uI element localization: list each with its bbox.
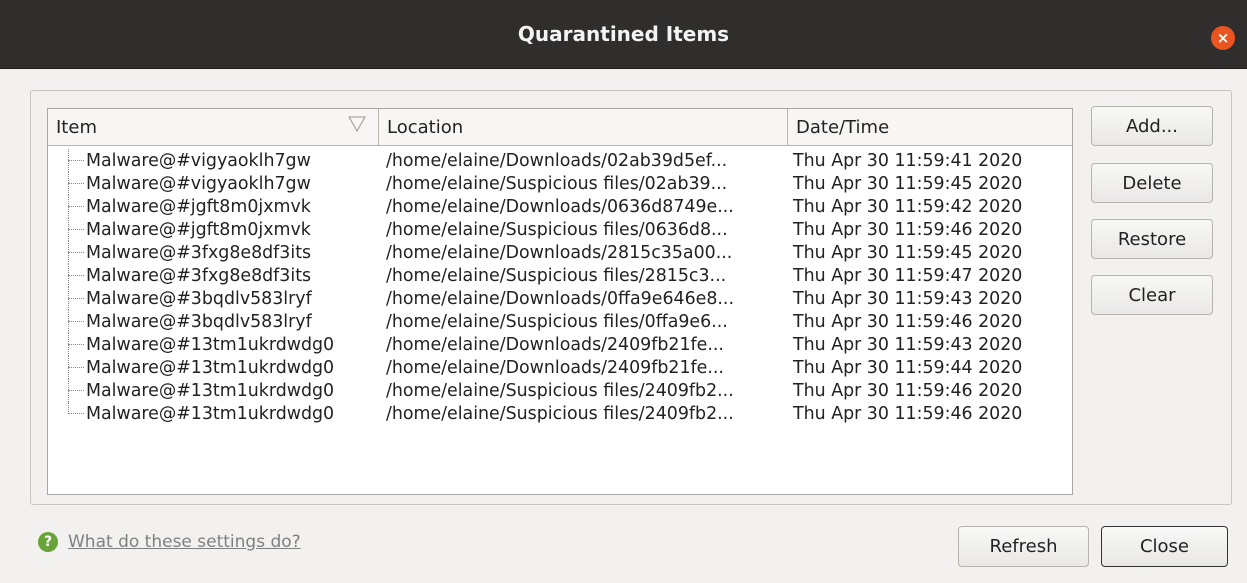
quarantine-table[interactable]: Item Location Date/Time Malware@#vigyaok… [47, 108, 1073, 495]
location-cell: /home/elaine/Suspicious files/2409fb2... [386, 380, 734, 401]
item-cell: Malware@#vigyaoklh7gw [48, 172, 379, 195]
datetime-cell: Thu Apr 30 11:59:46 2020 [793, 380, 1023, 401]
item-cell: Malware@#jgft8m0jxmvk [48, 218, 379, 241]
table-row[interactable]: Malware@#vigyaoklh7gw/home/elaine/Downlo… [48, 149, 1072, 172]
table-row[interactable]: Malware@#3bqdlv583lryf/home/elaine/Downl… [48, 287, 1072, 310]
table-body: Malware@#vigyaoklh7gw/home/elaine/Downlo… [48, 146, 1072, 425]
location-cell: /home/elaine/Downloads/2815c35a00... [386, 242, 733, 263]
datetime-cell: Thu Apr 30 11:59:45 2020 [793, 242, 1023, 263]
help-icon: ? [38, 532, 58, 552]
help-link[interactable]: What do these settings do? [68, 532, 301, 552]
table-row[interactable]: Malware@#13tm1ukrdwdg0/home/elaine/Downl… [48, 333, 1072, 356]
table-row[interactable]: Malware@#vigyaoklh7gw/home/elaine/Suspic… [48, 172, 1072, 195]
datetime-cell: Thu Apr 30 11:59:46 2020 [793, 219, 1023, 240]
datetime-cell: Thu Apr 30 11:59:43 2020 [793, 288, 1023, 309]
help-area: ? What do these settings do? [38, 532, 301, 552]
tree-connector-icon [62, 264, 86, 287]
datetime-cell: Thu Apr 30 11:59:43 2020 [793, 334, 1023, 355]
location-cell: /home/elaine/Suspicious files/2409fb2... [386, 403, 734, 424]
delete-button[interactable]: Delete [1091, 163, 1213, 203]
table-row[interactable]: Malware@#13tm1ukrdwdg0/home/elaine/Downl… [48, 356, 1072, 379]
add-button[interactable]: Add... [1091, 106, 1213, 146]
location-cell: /home/elaine/Downloads/0ffa9e646e8... [386, 288, 734, 309]
item-name: Malware@#jgft8m0jxmvk [86, 196, 311, 217]
sort-indicator-icon [348, 116, 366, 132]
window-title: Quarantined Items [517, 22, 730, 46]
column-header-location-label: Location [387, 116, 464, 138]
datetime-cell: Thu Apr 30 11:59:42 2020 [793, 196, 1023, 217]
table-row[interactable]: Malware@#13tm1ukrdwdg0/home/elaine/Suspi… [48, 402, 1072, 425]
item-cell: Malware@#3fxg8e8df3its [48, 264, 379, 287]
clear-button[interactable]: Clear [1091, 275, 1213, 315]
item-name: Malware@#13tm1ukrdwdg0 [86, 380, 335, 401]
tree-connector-icon [62, 149, 86, 172]
item-cell: Malware@#3fxg8e8df3its [48, 241, 379, 264]
datetime-cell: Thu Apr 30 11:59:44 2020 [793, 357, 1023, 378]
table-row[interactable]: Malware@#3fxg8e8df3its/home/elaine/Downl… [48, 241, 1072, 264]
column-header-item[interactable]: Item [48, 109, 379, 145]
item-cell: Malware@#jgft8m0jxmvk [48, 195, 379, 218]
restore-button[interactable]: Restore [1091, 219, 1213, 259]
tree-connector-icon [62, 379, 86, 402]
tree-connector-icon [62, 218, 86, 241]
datetime-cell: Thu Apr 30 11:59:41 2020 [793, 150, 1023, 171]
item-name: Malware@#3fxg8e8df3its [86, 265, 312, 286]
item-cell: Malware@#vigyaoklh7gw [48, 149, 379, 172]
tree-connector-icon [62, 310, 86, 333]
tree-connector-icon [62, 333, 86, 356]
tree-connector-icon [62, 195, 86, 218]
column-header-datetime-label: Date/Time [796, 116, 890, 138]
item-name: Malware@#vigyaoklh7gw [86, 150, 311, 171]
tree-connector-icon [62, 356, 86, 379]
column-header-location[interactable]: Location [379, 109, 788, 145]
tree-connector-icon [62, 172, 86, 195]
title-bar: Quarantined Items × [0, 0, 1247, 69]
tree-connector-icon [62, 287, 86, 310]
column-header-item-label: Item [56, 116, 97, 138]
column-header-datetime[interactable]: Date/Time [788, 109, 1072, 145]
item-cell: Malware@#13tm1ukrdwdg0 [48, 333, 379, 356]
table-row[interactable]: Malware@#13tm1ukrdwdg0/home/elaine/Suspi… [48, 379, 1072, 402]
item-name: Malware@#3bqdlv583lryf [86, 288, 312, 309]
table-row[interactable]: Malware@#jgft8m0jxmvk/home/elaine/Downlo… [48, 195, 1072, 218]
refresh-button[interactable]: Refresh [958, 526, 1089, 567]
table-row[interactable]: Malware@#jgft8m0jxmvk/home/elaine/Suspic… [48, 218, 1072, 241]
location-cell: /home/elaine/Downloads/2409fb21fe... [386, 357, 724, 378]
close-button[interactable]: Close [1101, 526, 1228, 567]
item-cell: Malware@#13tm1ukrdwdg0 [48, 379, 379, 402]
tree-connector-icon [62, 241, 86, 264]
item-name: Malware@#13tm1ukrdwdg0 [86, 403, 335, 424]
location-cell: /home/elaine/Suspicious files/02ab39... [386, 173, 728, 194]
datetime-cell: Thu Apr 30 11:59:46 2020 [793, 403, 1023, 424]
location-cell: /home/elaine/Suspicious files/0636d8... [386, 219, 728, 240]
item-name: Malware@#3fxg8e8df3its [86, 242, 312, 263]
item-name: Malware@#jgft8m0jxmvk [86, 219, 311, 240]
table-row[interactable]: Malware@#3bqdlv583lryf/home/elaine/Suspi… [48, 310, 1072, 333]
table-row[interactable]: Malware@#3fxg8e8df3its/home/elaine/Suspi… [48, 264, 1072, 287]
location-cell: /home/elaine/Downloads/02ab39d5ef... [386, 150, 728, 171]
datetime-cell: Thu Apr 30 11:59:47 2020 [793, 265, 1023, 286]
datetime-cell: Thu Apr 30 11:59:46 2020 [793, 311, 1023, 332]
location-cell: /home/elaine/Downloads/0636d8749e... [386, 196, 734, 217]
close-icon[interactable]: × [1211, 26, 1235, 50]
item-cell: Malware@#3bqdlv583lryf [48, 287, 379, 310]
location-cell: /home/elaine/Downloads/2409fb21fe... [386, 334, 724, 355]
item-name: Malware@#13tm1ukrdwdg0 [86, 334, 335, 355]
item-cell: Malware@#3bqdlv583lryf [48, 310, 379, 333]
tree-connector-icon [62, 402, 86, 425]
location-cell: /home/elaine/Suspicious files/0ffa9e6... [386, 311, 728, 332]
item-name: Malware@#vigyaoklh7gw [86, 173, 311, 194]
item-cell: Malware@#13tm1ukrdwdg0 [48, 356, 379, 379]
datetime-cell: Thu Apr 30 11:59:45 2020 [793, 173, 1023, 194]
item-name: Malware@#3bqdlv583lryf [86, 311, 312, 332]
table-header: Item Location Date/Time [48, 109, 1072, 146]
item-cell: Malware@#13tm1ukrdwdg0 [48, 402, 379, 425]
location-cell: /home/elaine/Suspicious files/2815c3... [386, 265, 727, 286]
item-name: Malware@#13tm1ukrdwdg0 [86, 357, 335, 378]
